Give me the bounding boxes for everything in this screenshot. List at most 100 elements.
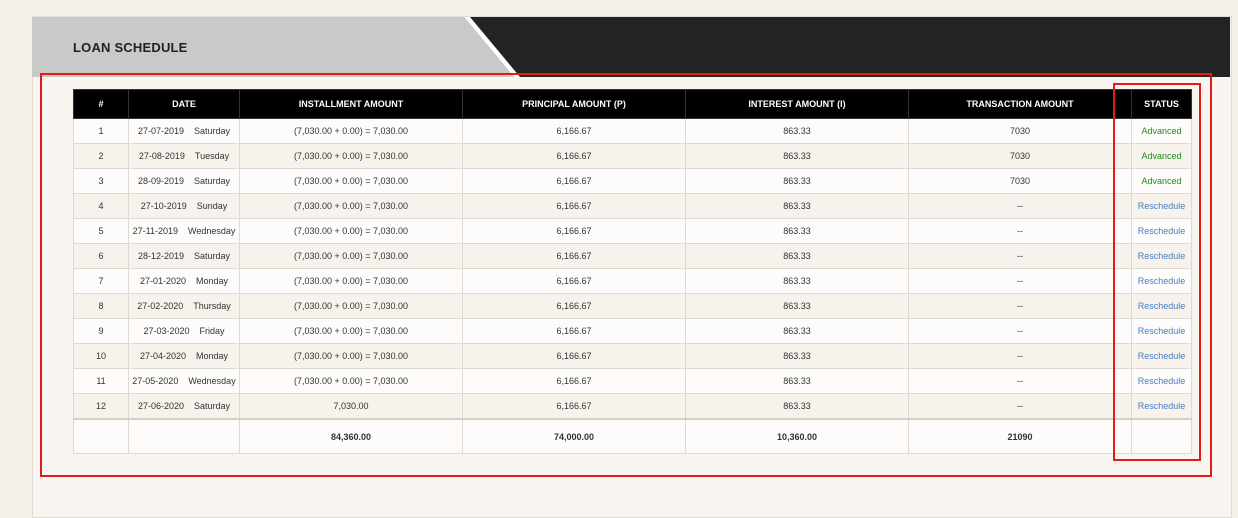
reschedule-link[interactable]: Reschedule: [1138, 401, 1186, 411]
reschedule-link[interactable]: Reschedule: [1138, 201, 1186, 211]
row-installment: (7,030.00 + 0.00) = 7,030.00: [239, 218, 463, 244]
row-weekday: Monday: [196, 351, 229, 361]
row-principal: 6,166.67: [462, 243, 686, 269]
table-row: 1 27-07-2019 Saturday (7,030.00 + 0.00) = 7…: [73, 118, 1192, 144]
row-interest: 863.33: [685, 293, 909, 319]
row-date-cell: 27-01-2020 Monday: [128, 268, 240, 294]
row-date: 27-06-2020: [137, 401, 184, 411]
reschedule-link[interactable]: Reschedule: [1138, 251, 1186, 261]
table-row: 2 27-08-2019 Tuesday (7,030.00 + 0.00) = 7,…: [73, 143, 1192, 169]
column-header-date: DATE: [128, 89, 240, 119]
column-header-installment: INSTALLMENT AMOUNT: [239, 89, 463, 119]
row-interest: 863.33: [685, 193, 909, 219]
row-transaction: --: [908, 343, 1132, 369]
reschedule-link[interactable]: Reschedule: [1138, 301, 1186, 311]
row-weekday: Friday: [199, 326, 225, 336]
row-status-cell: Reschedule: [1131, 368, 1192, 394]
row-date-cell: 28-12-2019 Saturday: [128, 243, 240, 269]
row-date: 27-05-2020: [132, 376, 179, 386]
column-header-transaction: TRANSACTION AMOUNT: [908, 89, 1132, 119]
row-interest: 863.33: [685, 268, 909, 294]
row-principal: 6,166.67: [462, 368, 686, 394]
row-interest: 863.33: [685, 393, 909, 420]
table-row: 11 27-05-2020 Wednesday (7,030.00 + 0.00) =…: [73, 368, 1192, 394]
reschedule-link[interactable]: Reschedule: [1138, 276, 1186, 286]
row-installment: (7,030.00 + 0.00) = 7,030.00: [239, 318, 463, 344]
row-number: 12: [73, 393, 129, 420]
table-row: 9 27-03-2020 Friday (7,030.00 + 0.00) = 7,0…: [73, 318, 1192, 344]
row-date: 27-11-2019: [132, 226, 178, 236]
reschedule-link[interactable]: Reschedule: [1138, 376, 1186, 386]
row-number: 3: [73, 168, 129, 194]
loan-schedule-table: # DATE INSTALLMENT AMOUNT PRINCIPAL AMOU…: [73, 89, 1192, 454]
row-date-cell: 28-09-2019 Saturday: [128, 168, 240, 194]
total-installment: 84,360.00: [239, 418, 463, 454]
row-transaction: --: [908, 368, 1132, 394]
row-status-cell: Reschedule: [1131, 243, 1192, 269]
column-header-interest: INTEREST AMOUNT (I): [685, 89, 909, 119]
total-cell-status: [1131, 418, 1192, 454]
table-header-row: # DATE INSTALLMENT AMOUNT PRINCIPAL AMOU…: [73, 89, 1192, 119]
row-interest: 863.33: [685, 118, 909, 144]
table-row: 8 27-02-2020 Thursday (7,030.00 + 0.00) = 7…: [73, 293, 1192, 319]
row-date: 27-03-2020: [143, 326, 190, 336]
row-number: 11: [73, 368, 129, 394]
table-row: 12 27-06-2020 Saturday 7,030.00 6,166.67 863.…: [73, 393, 1192, 420]
row-weekday: Wednesday: [188, 376, 236, 386]
row-principal: 6,166.67: [462, 193, 686, 219]
row-interest: 863.33: [685, 218, 909, 244]
row-date-cell: 27-05-2020 Wednesday: [128, 368, 240, 394]
row-interest: 863.33: [685, 243, 909, 269]
row-interest: 863.33: [685, 143, 909, 169]
table-row: 7 27-01-2020 Monday (7,030.00 + 0.00) = 7,0…: [73, 268, 1192, 294]
row-weekday: Wednesday: [188, 226, 236, 236]
row-installment: (7,030.00 + 0.00) = 7,030.00: [239, 293, 463, 319]
row-status-cell: Advanced: [1131, 143, 1192, 169]
totals-row: 84,360.00 74,000.00 10,360.00 21090: [73, 418, 1192, 454]
row-date-cell: 27-11-2019 Wednesday: [128, 218, 240, 244]
row-date: 27-01-2020: [139, 276, 186, 286]
row-principal: 6,166.67: [462, 318, 686, 344]
row-weekday: Saturday: [194, 251, 231, 261]
row-status-cell: Reschedule: [1131, 343, 1192, 369]
row-principal: 6,166.67: [462, 268, 686, 294]
row-date: 27-10-2019: [140, 201, 187, 211]
row-principal: 6,166.67: [462, 393, 686, 420]
row-status-cell: Reschedule: [1131, 193, 1192, 219]
row-principal: 6,166.67: [462, 293, 686, 319]
row-number: 5: [73, 218, 129, 244]
row-installment: (7,030.00 + 0.00) = 7,030.00: [239, 193, 463, 219]
page-title: LOAN SCHEDULE: [73, 40, 188, 55]
row-date-cell: 27-04-2020 Monday: [128, 343, 240, 369]
total-principal: 74,000.00: [462, 418, 686, 454]
row-transaction: 7030: [908, 118, 1132, 144]
row-weekday: Saturday: [194, 126, 231, 136]
row-status-cell: Reschedule: [1131, 318, 1192, 344]
row-date-cell: 27-08-2019 Tuesday: [128, 143, 240, 169]
reschedule-link[interactable]: Reschedule: [1138, 351, 1186, 361]
status-advanced: Advanced: [1141, 126, 1182, 136]
row-transaction: --: [908, 193, 1132, 219]
row-date: 27-08-2019: [138, 151, 185, 161]
total-cell-number: [73, 418, 129, 454]
row-date: 27-02-2020: [137, 301, 184, 311]
row-status-cell: Advanced: [1131, 118, 1192, 144]
row-interest: 863.33: [685, 168, 909, 194]
row-weekday: Tuesday: [194, 151, 230, 161]
row-transaction: 7030: [908, 143, 1132, 169]
row-weekday: Saturday: [194, 401, 231, 411]
reschedule-link[interactable]: Reschedule: [1138, 326, 1186, 336]
table-row: 5 27-11-2019 Wednesday (7,030.00 + 0.00) = …: [73, 218, 1192, 244]
row-principal: 6,166.67: [462, 143, 686, 169]
row-interest: 863.33: [685, 368, 909, 394]
row-status-cell: Reschedule: [1131, 293, 1192, 319]
row-number: 7: [73, 268, 129, 294]
reschedule-link[interactable]: Reschedule: [1138, 226, 1186, 236]
row-date: 28-12-2019: [137, 251, 184, 261]
table-row: 3 28-09-2019 Saturday (7,030.00 + 0.00) = 7…: [73, 168, 1192, 194]
row-status-cell: Reschedule: [1131, 218, 1192, 244]
row-weekday: Sunday: [196, 201, 228, 211]
row-installment: 7,030.00: [239, 393, 463, 420]
row-principal: 6,166.67: [462, 218, 686, 244]
row-date-cell: 27-06-2020 Saturday: [128, 393, 240, 420]
